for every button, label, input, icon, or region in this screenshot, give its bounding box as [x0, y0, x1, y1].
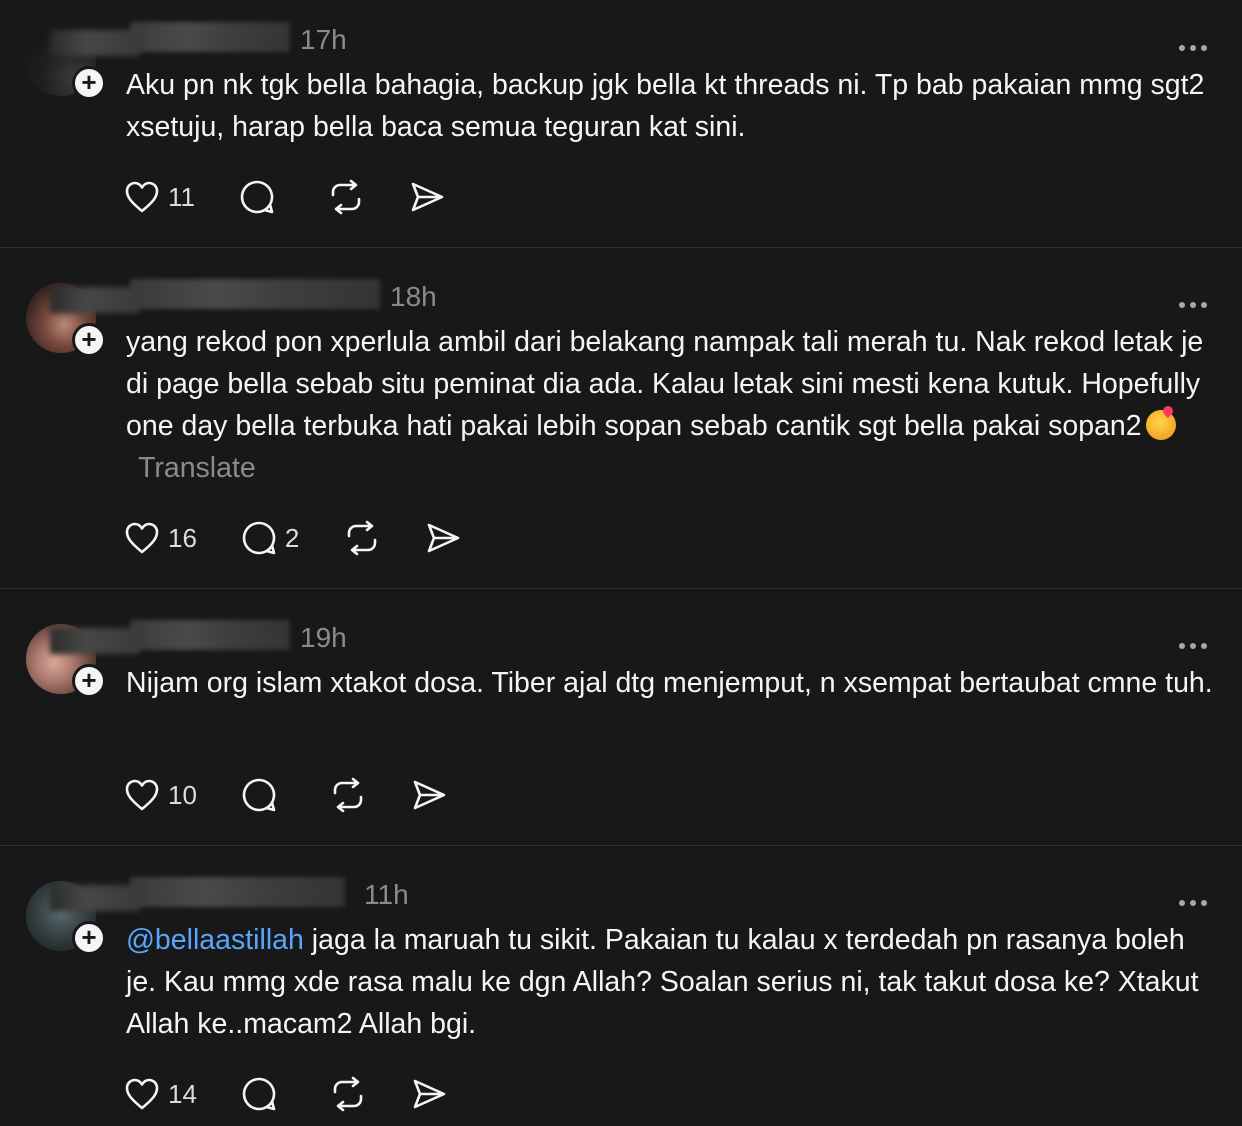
- follow-button[interactable]: +: [72, 921, 106, 955]
- share-icon: [411, 182, 444, 212]
- post-text: Nijam org islam xtakot dosa. Tiber ajal …: [126, 667, 1213, 699]
- username[interactable]: [130, 279, 380, 309]
- reply-button[interactable]: [239, 179, 283, 215]
- follow-button[interactable]: +: [72, 664, 106, 698]
- action-bar: 14: [124, 1074, 491, 1114]
- repost-button[interactable]: [343, 520, 381, 556]
- like-count: 10: [168, 779, 197, 810]
- repost-icon: [333, 777, 363, 813]
- like-count: 14: [168, 1078, 197, 1109]
- reply-count: 2: [284, 522, 300, 553]
- post-text: Aku pn nk tgk bella bahagia, backup jgk …: [126, 69, 1205, 143]
- repost-icon: [348, 520, 377, 556]
- divider: [0, 845, 1242, 846]
- translate-link[interactable]: Translate: [138, 452, 256, 484]
- share-icon: [413, 1079, 446, 1109]
- repost-button[interactable]: [329, 1076, 367, 1112]
- comment-icon: [242, 778, 276, 812]
- mention-link[interactable]: @bellaastillah: [126, 924, 304, 956]
- reply-button[interactable]: [241, 777, 285, 813]
- share-button[interactable]: [409, 180, 445, 214]
- comment-icon: [240, 180, 274, 214]
- username-blurred-part: [50, 287, 140, 313]
- like-count: 16: [168, 522, 197, 553]
- like-button[interactable]: 11: [124, 180, 195, 214]
- plus-icon: +: [81, 67, 97, 97]
- more-icon[interactable]: [1179, 632, 1212, 655]
- username[interactable]: [130, 22, 290, 52]
- more-icon[interactable]: [1179, 34, 1212, 57]
- timestamp: 19h: [300, 622, 347, 653]
- comment-icon: [242, 1077, 276, 1111]
- timestamp: 17h: [300, 24, 347, 55]
- action-bar: 10: [124, 775, 491, 815]
- like-button[interactable]: 10: [124, 778, 197, 812]
- repost-icon: [333, 1076, 363, 1112]
- repost-button[interactable]: [327, 179, 365, 215]
- more-icon[interactable]: [1179, 291, 1212, 314]
- heart-icon: [125, 522, 159, 554]
- divider: [0, 588, 1242, 589]
- timestamp: 18h: [390, 281, 437, 312]
- heart-icon: [125, 779, 159, 811]
- follow-button[interactable]: +: [72, 323, 106, 357]
- plus-icon: +: [81, 922, 97, 952]
- username[interactable]: [130, 620, 290, 650]
- comment-icon: [242, 521, 276, 555]
- more-icon[interactable]: [1179, 889, 1212, 912]
- like-button[interactable]: 16: [124, 521, 197, 555]
- heart-icon: [125, 1078, 159, 1110]
- repost-button[interactable]: [329, 777, 367, 813]
- smiling-face-with-hearts-emoji: [1145, 410, 1176, 440]
- username[interactable]: [130, 877, 345, 907]
- reply-button[interactable]: 2: [241, 520, 299, 556]
- share-button[interactable]: [411, 1077, 447, 1111]
- username-blurred-part: [50, 30, 140, 56]
- like-count: 11: [168, 181, 195, 212]
- action-bar: 11: [124, 177, 489, 217]
- share-icon: [413, 780, 446, 810]
- plus-icon: +: [81, 324, 97, 354]
- timestamp: 11h: [364, 879, 409, 910]
- share-button[interactable]: [425, 521, 461, 555]
- post-text: yang rekod pon xperlula ambil dari belak…: [126, 321, 1216, 489]
- plus-icon: +: [81, 665, 97, 695]
- divider: [0, 247, 1242, 248]
- repost-icon: [331, 179, 361, 215]
- share-button[interactable]: [411, 778, 447, 812]
- heart-icon: [125, 181, 159, 213]
- follow-button[interactable]: +: [72, 66, 106, 100]
- action-bar: 16 2: [124, 518, 505, 558]
- like-button[interactable]: 14: [124, 1077, 197, 1111]
- post-text-body: yang rekod pon xperlula ambil dari belak…: [126, 326, 1204, 442]
- reply-button[interactable]: [241, 1076, 285, 1112]
- username-blurred-part: [50, 885, 140, 911]
- post-text: @bellaastillah jaga la maruah tu sikit. …: [126, 919, 1216, 1045]
- share-icon: [428, 523, 460, 553]
- username-blurred-part: [50, 628, 140, 654]
